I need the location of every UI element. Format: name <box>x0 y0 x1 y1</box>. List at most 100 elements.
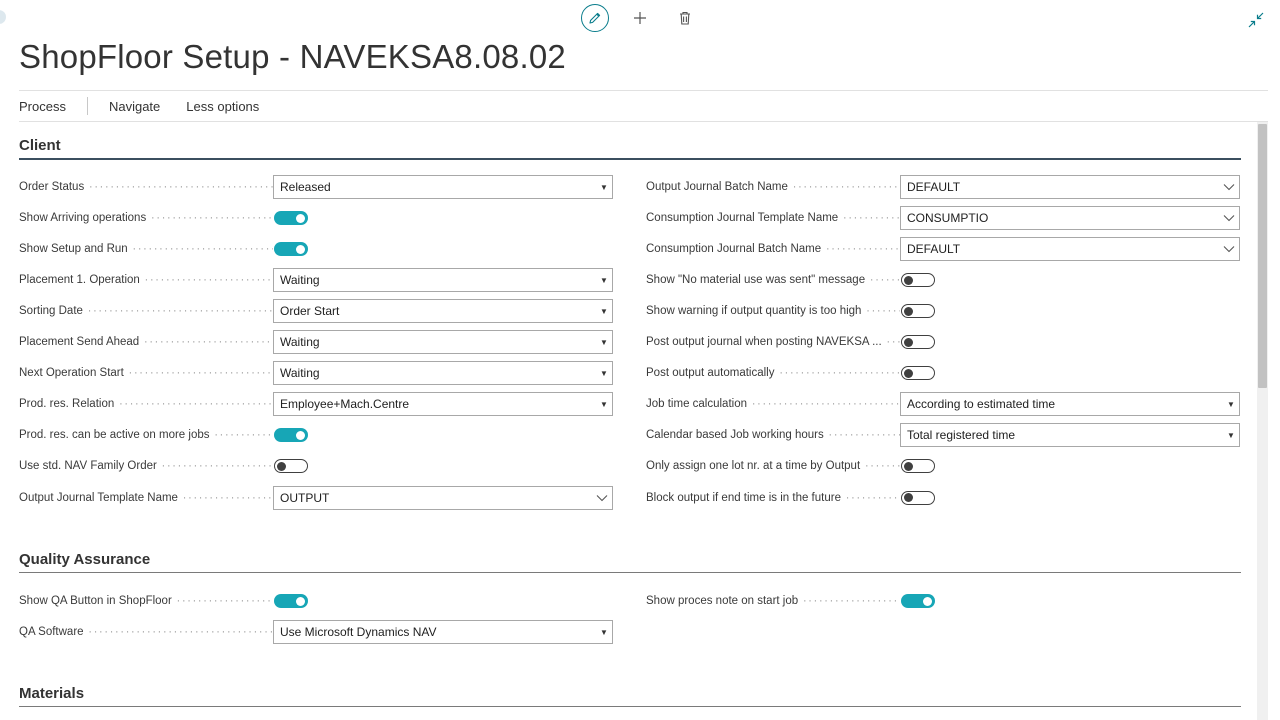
toggle-switch[interactable] <box>901 304 935 319</box>
field-only-assign-one-lot-nr-at-a-time-by-output: Only assign one lot nr. at a time by Out… <box>646 454 1241 478</box>
field-label: Show "No material use was sent" message … <box>646 274 900 286</box>
field-value: DEFAULT <box>907 242 961 257</box>
field-label: Next Operation Start ···················… <box>19 367 273 379</box>
field-next-operation-start: Next Operation Start ···················… <box>19 361 614 386</box>
leader-dots: ········································… <box>182 491 273 504</box>
section-title-materials[interactable]: Materials <box>19 685 1241 706</box>
field-label-text: Output Journal Batch Name <box>646 181 788 193</box>
leader-dots: ········································… <box>869 274 900 287</box>
field-label-text: Placement Send Ahead <box>19 336 140 349</box>
field-label: Prod. res. can be active on more jobs ··… <box>19 429 273 441</box>
field-label-text: Show Setup and Run <box>19 243 128 256</box>
dropdown-arrow-icon: ▼ <box>600 275 608 285</box>
leader-dots: ········································… <box>886 336 900 349</box>
toggle-switch[interactable] <box>274 428 308 443</box>
toggle-switch[interactable] <box>901 335 935 350</box>
leader-dots: ········································… <box>87 305 273 318</box>
qa-fields: Show QA Button in ShopFloor ············… <box>19 589 1241 649</box>
dropdown-select[interactable]: According to estimated time ▼ <box>900 392 1240 417</box>
edit-button[interactable] <box>581 4 609 32</box>
lookup-field[interactable]: DEFAULT <box>900 175 1240 199</box>
toggle-knob <box>923 596 932 606</box>
dropdown-arrow-icon: ▼ <box>600 368 608 378</box>
vertical-scrollbar[interactable] <box>1257 122 1268 720</box>
leader-dots: ········································… <box>828 429 900 442</box>
toggle-switch[interactable] <box>274 211 308 226</box>
toggle-switch[interactable] <box>901 273 935 288</box>
client-fields: Order Status ···························… <box>19 175 1241 515</box>
toggle-switch[interactable] <box>274 242 308 257</box>
toggle-switch[interactable] <box>274 459 308 474</box>
field-label-text: Calendar based Job working hours <box>646 429 824 442</box>
chevron-down-icon <box>1219 245 1239 253</box>
field-value: CONSUMPTIO <box>907 211 989 226</box>
field-label-text: Placement 1. Operation <box>19 274 140 287</box>
field-label: Block output if end time is in the futur… <box>646 492 900 504</box>
lookup-field[interactable]: CONSUMPTIO <box>900 206 1240 231</box>
section-divider <box>19 158 1241 160</box>
field-value: OUTPUT <box>280 490 330 505</box>
menu-divider <box>86 97 88 115</box>
field-label: QA Software ····························… <box>19 626 273 638</box>
dropdown-select[interactable]: Order Start ▼ <box>273 299 613 324</box>
field-label-text: Block output if end time is in the futur… <box>646 491 841 504</box>
leader-dots: ········································… <box>779 367 900 380</box>
dropdown-select[interactable]: Waiting ▼ <box>273 330 613 355</box>
menu-less-options[interactable]: Less options <box>186 99 259 114</box>
field-label: Sorting Date ···························… <box>19 305 273 317</box>
field-label-text: Show warning if output quantity is too h… <box>646 305 862 318</box>
dropdown-select[interactable]: Waiting ▼ <box>273 361 613 386</box>
field-qa-software: QA Software ····························… <box>19 620 614 644</box>
leader-dots: ········································… <box>802 595 900 607</box>
leader-dots: ········································… <box>118 398 273 411</box>
field-post-output-journal-when-posting-naveksa: Post output journal when posting NAVEKSA… <box>646 330 1241 354</box>
field-label: Prod. res. Relation ····················… <box>19 398 273 410</box>
field-placement-send-ahead: Placement Send Ahead ···················… <box>19 330 614 355</box>
dropdown-select[interactable]: Released ▼ <box>273 175 613 199</box>
dropdown-arrow-icon: ▼ <box>600 306 608 316</box>
dropdown-select[interactable]: Use Microsoft Dynamics NAV ▼ <box>273 620 613 644</box>
lookup-field[interactable]: DEFAULT <box>900 237 1240 262</box>
section-title-client[interactable]: Client <box>19 137 1241 158</box>
field-value: Waiting <box>280 366 320 381</box>
field-label-text: Show QA Button in ShopFloor <box>19 595 172 607</box>
field-post-output-automatically: Post output automatically ··············… <box>646 361 1241 385</box>
leader-dots: ········································… <box>176 595 273 607</box>
new-button[interactable] <box>626 4 654 32</box>
toggle-switch[interactable] <box>901 594 935 608</box>
scrollbar-thumb[interactable] <box>1258 124 1267 388</box>
leader-dots: ········································… <box>144 274 273 287</box>
toggle-switch[interactable] <box>274 594 308 608</box>
leader-dots: ········································… <box>88 626 273 638</box>
chevron-down-icon <box>1219 183 1239 191</box>
toggle-switch[interactable] <box>901 459 935 474</box>
leader-dots: ········································… <box>132 243 273 256</box>
dropdown-select[interactable]: Employee+Mach.Centre ▼ <box>273 392 613 417</box>
field-calendar-based-job-working-hours: Calendar based Job working hours ·······… <box>646 423 1241 448</box>
field-show-warning-if-output-quantity-is-too-high: Show warning if output quantity is too h… <box>646 299 1241 323</box>
trash-icon <box>680 11 690 25</box>
dropdown-select[interactable]: Waiting ▼ <box>273 268 613 293</box>
delete-button[interactable] <box>671 4 699 32</box>
field-value: Released <box>280 180 331 194</box>
toggle-switch[interactable] <box>901 490 935 505</box>
field-show-setup-and-run: Show Setup and Run ·····················… <box>19 237 614 261</box>
section-title-quality-assurance[interactable]: Quality Assurance <box>19 551 1241 572</box>
field-label: Job time calculation ···················… <box>646 398 900 410</box>
field-prod-res-relation: Prod. res. Relation ····················… <box>19 392 614 417</box>
dropdown-select[interactable]: Total registered time ▼ <box>900 423 1240 448</box>
menu-process[interactable]: Process <box>19 99 66 114</box>
collapse-button[interactable] <box>1248 12 1264 28</box>
field-show-proces-note-on-start-job: Show proces note on start job ··········… <box>646 589 1241 613</box>
dropdown-arrow-icon: ▼ <box>1227 430 1235 440</box>
dropdown-arrow-icon: ▼ <box>600 182 608 192</box>
toggle-knob <box>904 493 913 502</box>
menu-navigate[interactable]: Navigate <box>109 99 160 114</box>
field-block-output-if-end-time-is-in-the-future: Block output if end time is in the futur… <box>646 486 1241 510</box>
toggle-switch[interactable] <box>901 366 935 381</box>
edit-icon <box>589 12 601 24</box>
lookup-field[interactable]: OUTPUT <box>273 485 613 510</box>
field-value: According to estimated time <box>907 397 1056 412</box>
section-quality-assurance: Quality Assurance <box>19 551 1241 573</box>
leader-dots: ········································… <box>825 243 900 256</box>
